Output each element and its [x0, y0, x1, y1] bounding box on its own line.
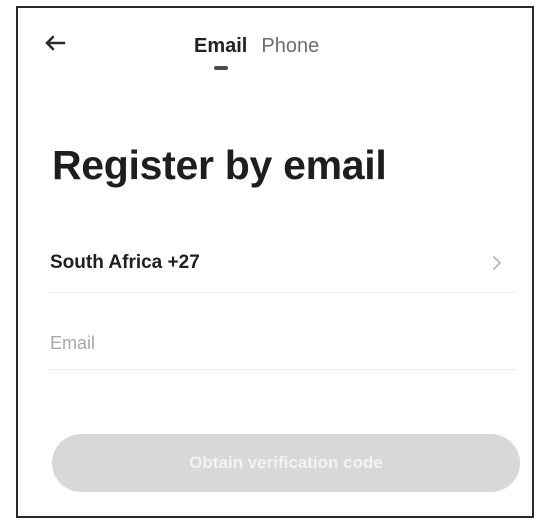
- active-tab-indicator: [213, 66, 228, 70]
- tab-email[interactable]: Email: [194, 34, 247, 70]
- country-selector-label: South Africa +27: [50, 252, 200, 273]
- top-bar: Email Phone: [18, 8, 532, 86]
- register-screen: Email Phone Register by email South Afri…: [16, 6, 534, 518]
- obtain-verification-code-button[interactable]: Obtain verification code: [52, 434, 520, 492]
- country-selector[interactable]: South Africa +27: [48, 236, 516, 293]
- back-button[interactable]: [40, 28, 70, 58]
- email-field[interactable]: [48, 318, 516, 370]
- tab-phone[interactable]: Phone: [261, 34, 319, 70]
- chevron-right-icon: [490, 251, 504, 275]
- page-title: Register by email: [52, 142, 387, 188]
- arrow-left-icon: [40, 28, 70, 58]
- auth-tabs: Email Phone: [194, 34, 319, 70]
- tab-email-label: Email: [194, 35, 248, 57]
- tab-phone-label: Phone: [261, 35, 320, 57]
